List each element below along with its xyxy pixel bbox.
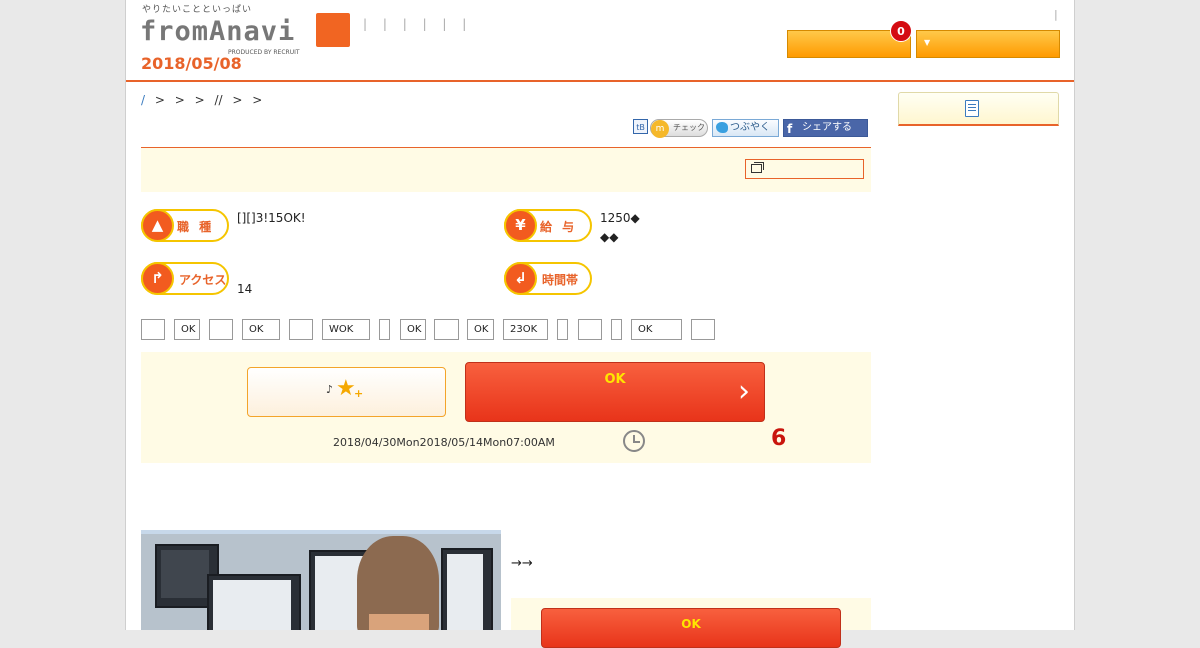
site-header: やりたいことといっぱい fromAnavi PRODUCED BY RECRUI…	[126, 0, 1074, 82]
feature-tag	[209, 319, 233, 340]
access-label: ↱ アクセス	[141, 262, 229, 295]
feature-tag	[434, 319, 459, 340]
job-type-label: ▲ 職 種	[141, 209, 229, 242]
yen-icon: ¥	[504, 209, 537, 242]
feature-tag: OK	[242, 319, 280, 340]
document-icon	[965, 100, 979, 117]
route-icon: ↱	[141, 262, 174, 295]
feature-tag	[379, 319, 390, 340]
posting-period: 2018/04/30Mon2018/05/14Mon07:00AM	[333, 436, 555, 449]
doc-line	[968, 104, 976, 105]
feature-tag	[289, 319, 313, 340]
lower-apply-button[interactable]: OK	[541, 608, 841, 648]
clock-icon	[623, 430, 645, 452]
photo-screen	[447, 554, 483, 630]
plus-icon: +	[354, 387, 364, 400]
facebook-share-label: シェアする	[802, 122, 852, 133]
add-favorite-button[interactable]: ♪ ★ +	[247, 367, 446, 417]
time-arrow-icon: ↲	[504, 262, 537, 295]
feature-tag: OK	[467, 319, 494, 340]
page: やりたいことといっぱい fromAnavi PRODUCED BY RECRUI…	[125, 0, 1075, 648]
mixi-icon: m	[651, 120, 669, 138]
current-date: 2018/05/08	[141, 54, 242, 73]
arrows-text: →→	[511, 556, 533, 571]
photo-person-shirt	[369, 614, 429, 630]
facebook-share-button[interactable]: f シェアする	[783, 119, 868, 137]
feature-tag: WOK	[322, 319, 370, 340]
feature-tag	[141, 319, 165, 340]
logo-tagline: やりたいことといっぱい	[142, 5, 253, 15]
feature-tag: OK	[631, 319, 682, 340]
open-new-window-button[interactable]	[745, 159, 864, 179]
job-type-label-text: 職 種	[177, 220, 215, 234]
doc-line	[968, 110, 976, 111]
feature-tag	[578, 319, 602, 340]
new-window-icon-back	[754, 162, 764, 170]
feature-tag: 23OK	[503, 319, 548, 340]
time-label-text: 時間帯	[542, 273, 579, 287]
salary-value-line2: ◆◆	[600, 230, 619, 244]
twitter-bird-icon	[716, 122, 728, 133]
apply-button[interactable]: OK ›	[465, 362, 765, 422]
breadcrumb-trail[interactable]: > > > // > >	[155, 93, 262, 107]
apply-area: ♪ ★ + OK › 2018/04/30Mon2018/05/14Mon07:…	[141, 352, 871, 463]
star-icon: ★	[336, 376, 356, 401]
favorite-note: ♪	[326, 383, 334, 396]
feature-tag: OK	[174, 319, 200, 340]
days-remaining: 6	[771, 426, 787, 451]
hatena-bookmark-button[interactable]: tB	[633, 119, 648, 134]
feature-tag: OK	[400, 319, 426, 340]
photo-screen	[213, 580, 291, 630]
breadcrumb: / > > > // > >	[141, 93, 262, 107]
tweet-button[interactable]: つぶやく	[712, 119, 779, 137]
job-type-value: [][]3!15OK!	[237, 211, 306, 225]
sidebar-document-box[interactable]	[898, 92, 1059, 126]
top-right-separator: |	[1054, 8, 1058, 21]
photo-monitor	[441, 548, 493, 630]
chevron-right-icon: ›	[738, 374, 750, 409]
job-title-bar	[141, 147, 871, 192]
menu-dropdown-button[interactable]: ▼	[916, 30, 1060, 58]
workplace-photo	[141, 530, 501, 630]
access-value: 14	[237, 282, 253, 296]
salary-value-line1: 1250◆	[600, 211, 640, 225]
feature-tag	[611, 319, 622, 340]
clock-minute-hand	[634, 441, 640, 443]
photo-monitor	[207, 574, 301, 630]
mixi-check-label: チェック	[673, 123, 705, 132]
doc-line	[968, 107, 976, 108]
lower-apply-area: OK	[511, 598, 871, 648]
site-logo[interactable]: やりたいことといっぱい fromAnavi PRODUCED BY RECRUI…	[140, 2, 310, 58]
feature-tag	[557, 319, 568, 340]
salary-label: ¥ 給 与	[504, 209, 592, 242]
shirt-icon: ▲	[141, 209, 174, 242]
apply-button-label: OK	[604, 372, 626, 387]
salary-label-text: 給 与	[540, 220, 578, 234]
photo-screen	[161, 550, 209, 598]
chevron-down-icon: ▼	[924, 38, 931, 47]
lower-apply-button-label: OK	[681, 617, 701, 631]
tweet-label: つぶやく	[730, 122, 770, 133]
facebook-icon: f	[787, 122, 793, 136]
time-label: ↲ 時間帯	[504, 262, 592, 295]
access-label-text: アクセス	[179, 273, 227, 287]
feature-tag	[691, 319, 715, 340]
mixi-check-button[interactable]: m チェック	[650, 119, 708, 138]
brand-square-icon[interactable]	[316, 13, 350, 47]
header-nav-links[interactable]: | | | | | |	[363, 17, 472, 31]
breadcrumb-home-link[interactable]: /	[141, 93, 145, 107]
keep-count-badge: 0	[890, 20, 912, 42]
logo-wordmark: fromAnavi	[140, 16, 296, 47]
